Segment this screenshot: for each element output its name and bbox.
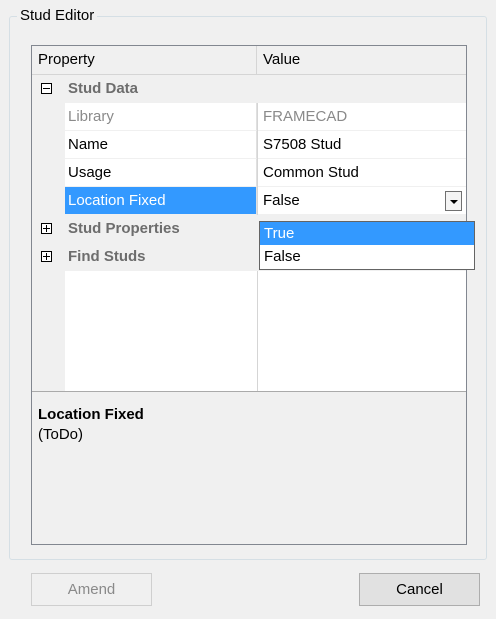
property-name: Name [65, 131, 257, 159]
plus-expander-icon[interactable] [41, 251, 52, 262]
groupbox-title: Stud Editor [17, 7, 98, 25]
property-value[interactable]: Common Stud [258, 159, 466, 187]
category-label: Stud Properties [68, 220, 180, 237]
grid-area: Property Value Stud Data Library FRAMECA… [32, 46, 466, 391]
property-grid[interactable]: Property Value Stud Data Library FRAMECA… [31, 45, 467, 545]
header-value[interactable]: Value [257, 46, 466, 74]
category-label: Find Studs [68, 248, 146, 265]
property-name: Usage [65, 159, 257, 187]
description-splitter[interactable] [32, 391, 466, 392]
description-title: Location Fixed [38, 406, 144, 423]
grid-header: Property Value [32, 46, 466, 75]
description-text: (ToDo) [38, 426, 84, 443]
minus-expander-icon[interactable] [41, 83, 52, 94]
row-library[interactable]: Library FRAMECAD [32, 103, 466, 131]
header-property[interactable]: Property [32, 46, 257, 74]
category-stud-data[interactable]: Stud Data [32, 75, 466, 103]
row-location-fixed[interactable]: Location Fixed False [32, 187, 466, 215]
location-fixed-combobox[interactable]: False [258, 187, 466, 215]
dropdown-option-false[interactable]: False [260, 245, 474, 268]
dropdown-arrow-icon[interactable] [445, 191, 462, 211]
row-usage[interactable]: Usage Common Stud [32, 159, 466, 187]
category-label: Stud Data [68, 80, 139, 97]
plus-expander-icon[interactable] [41, 223, 52, 234]
property-name: Location Fixed [65, 187, 257, 215]
cancel-button[interactable]: Cancel [359, 573, 480, 606]
property-value: FRAMECAD [258, 103, 466, 131]
location-fixed-dropdown-list[interactable]: True False [259, 221, 475, 270]
property-value[interactable]: S7508 Stud [258, 131, 466, 159]
combobox-value: False [263, 192, 300, 209]
property-name: Library [65, 103, 257, 131]
dropdown-option-true[interactable]: True [260, 222, 474, 245]
amend-button[interactable]: Amend [31, 573, 152, 606]
row-name[interactable]: Name S7508 Stud [32, 131, 466, 159]
